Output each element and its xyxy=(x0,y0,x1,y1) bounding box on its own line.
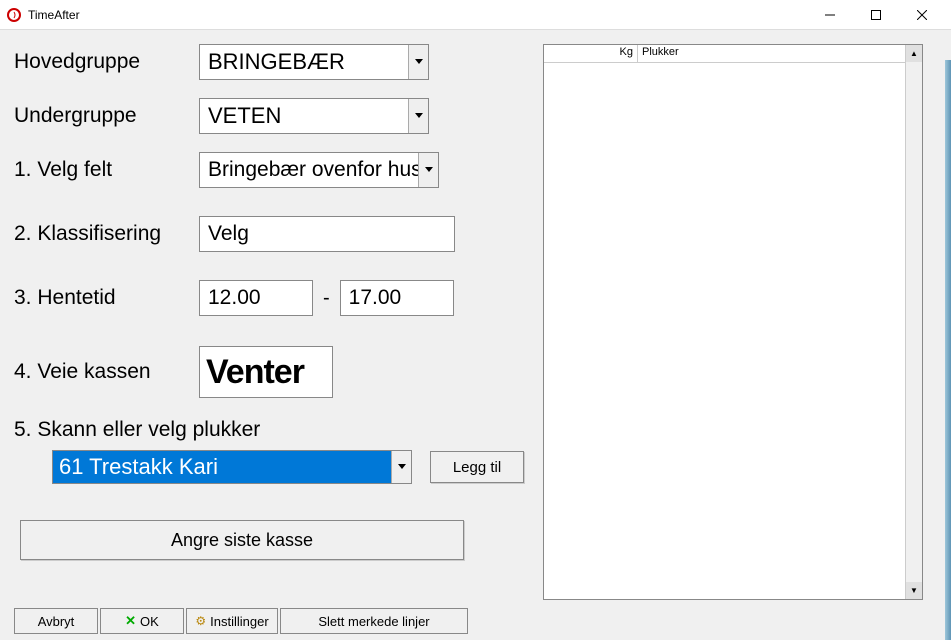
klassifisering-value: Velg xyxy=(208,222,249,246)
veie-kassen-label: 4. Veie kassen xyxy=(14,360,199,384)
hovedgruppe-label: Hovedgruppe xyxy=(14,50,199,74)
app-icon xyxy=(6,7,22,23)
hentetid-til-value: 17.00 xyxy=(349,286,402,310)
gear-icon: ⚙ xyxy=(195,614,206,628)
list-header: Kg Plukker xyxy=(544,45,922,63)
client-area: Hovedgruppe BRINGEBÆR Undergruppe VETEN … xyxy=(0,30,951,640)
bottom-toolbar: Avbryt ✕ OK ⚙ Instillinger Slett merkede… xyxy=(14,608,468,634)
title-bar: TimeAfter xyxy=(0,0,951,30)
col-kg-header[interactable]: Kg xyxy=(544,45,638,62)
plukker-value: 61 Trestakk Kari xyxy=(53,451,391,483)
undergruppe-label: Undergruppe xyxy=(14,104,199,128)
klassifisering-label: 2. Klassifisering xyxy=(14,222,199,246)
close-button[interactable] xyxy=(899,0,945,30)
hovedgruppe-dropdown[interactable]: BRINGEBÆR xyxy=(199,44,429,80)
slett-merkede-linjer-button[interactable]: Slett merkede linjer xyxy=(280,608,468,634)
hovedgruppe-value: BRINGEBÆR xyxy=(200,45,408,79)
veie-kassen-display: Venter xyxy=(199,346,333,398)
hentetid-til-input[interactable]: 17.00 xyxy=(340,280,454,316)
ok-button[interactable]: ✕ OK xyxy=(100,608,184,634)
maximize-button[interactable] xyxy=(853,0,899,30)
vertical-scrollbar[interactable]: ▲ ▼ xyxy=(905,45,922,599)
list-panel: Kg Plukker ▲ ▼ xyxy=(543,44,923,600)
legg-til-label: Legg til xyxy=(453,459,501,476)
legg-til-button[interactable]: Legg til xyxy=(430,451,524,483)
chevron-down-icon xyxy=(391,451,411,483)
chevron-down-icon xyxy=(418,153,438,187)
angre-label: Angre siste kasse xyxy=(171,530,313,551)
plukker-dropdown[interactable]: 61 Trestakk Kari xyxy=(52,450,412,484)
undergruppe-value: VETEN xyxy=(200,99,408,133)
undergruppe-dropdown[interactable]: VETEN xyxy=(199,98,429,134)
hentetid-label: 3. Hentetid xyxy=(14,286,199,310)
ok-label: OK xyxy=(140,614,159,629)
angre-siste-kasse-button[interactable]: Angre siste kasse xyxy=(20,520,464,560)
slett-label: Slett merkede linjer xyxy=(318,614,429,629)
velg-felt-label: 1. Velg felt xyxy=(14,158,199,182)
col-plukker-header[interactable]: Plukker xyxy=(638,45,922,62)
scroll-down-icon[interactable]: ▼ xyxy=(906,582,922,599)
veie-kassen-value: Venter xyxy=(206,353,304,392)
window-edge-right xyxy=(945,60,951,640)
hentetid-dash: - xyxy=(323,287,330,310)
skann-velg-label: 5. Skann eller velg plukker xyxy=(14,418,534,442)
avbryt-button[interactable]: Avbryt xyxy=(14,608,98,634)
velg-felt-value: Bringebær ovenfor hus xyxy=(200,153,418,187)
minimize-button[interactable] xyxy=(807,0,853,30)
avbryt-label: Avbryt xyxy=(38,614,75,629)
klassifisering-input[interactable]: Velg xyxy=(199,216,455,252)
chevron-down-icon xyxy=(408,99,428,133)
hentetid-fra-input[interactable]: 12.00 xyxy=(199,280,313,316)
window-title: TimeAfter xyxy=(28,8,807,22)
scroll-up-icon[interactable]: ▲ xyxy=(906,45,922,62)
hentetid-fra-value: 12.00 xyxy=(208,286,261,310)
check-x-icon: ✕ xyxy=(125,613,136,629)
innstillinger-label: Instillinger xyxy=(210,614,269,629)
form-area: Hovedgruppe BRINGEBÆR Undergruppe VETEN … xyxy=(14,44,534,560)
chevron-down-icon xyxy=(408,45,428,79)
velg-felt-dropdown[interactable]: Bringebær ovenfor hus xyxy=(199,152,439,188)
innstillinger-button[interactable]: ⚙ Instillinger xyxy=(186,608,278,634)
